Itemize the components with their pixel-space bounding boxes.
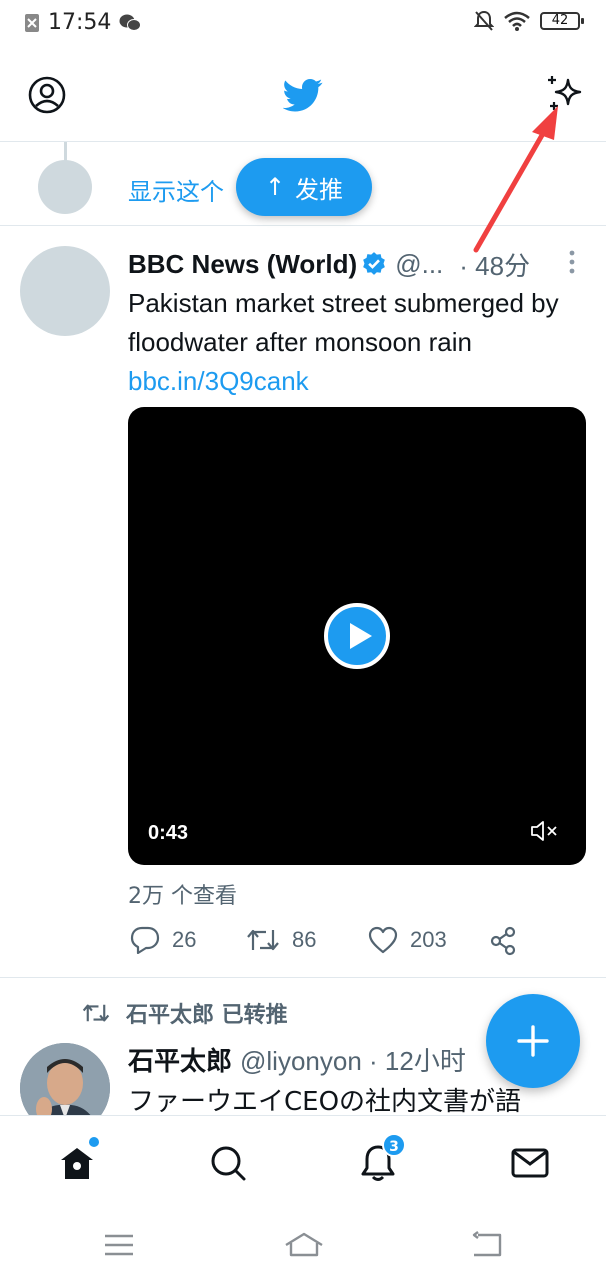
person-photo [20,1043,110,1115]
retweet-header: 石平太郎 @liyonyon · 12小时 [128,1041,466,1078]
play-icon [350,623,372,649]
wifi-icon [504,11,530,31]
tweet-actions: 26 86 203 [128,926,598,960]
menu-icon[interactable] [102,1231,136,1259]
plus-icon [517,1025,549,1057]
reply-action[interactable]: 26 [130,926,196,954]
arrow-up-icon: ↑ [264,173,286,201]
tweet-link[interactable]: bbc.in/3Q9cank [128,362,578,401]
back-icon[interactable] [470,1231,504,1259]
retweet-author-handle: @liyonyon · 12小时 [240,1046,466,1076]
retweet-text: ファーウエイCEOの社内文書が語 [128,1087,522,1115]
like-action[interactable]: 203 [368,926,447,954]
new-tweets-pill-button[interactable]: ↑ 发推 [236,158,372,216]
heart-icon [368,926,398,954]
like-count: 203 [410,927,447,952]
status-bar: 17:54 42 [0,0,606,48]
mute-icon[interactable] [530,819,560,843]
tweet-text: Pakistan market street submerged by floo… [128,288,559,357]
nav-search[interactable] [208,1143,248,1183]
reply-count: 26 [172,927,197,952]
thread-avatar-placeholder [38,160,92,214]
play-button[interactable] [324,603,390,669]
bottom-navigation: 3 [0,1115,606,1209]
twitter-bird-icon[interactable] [283,75,323,115]
reply-icon [130,926,160,954]
author-name[interactable]: BBC News (World) [128,249,357,280]
notification-x-icon [25,13,39,32]
verified-badge-icon [363,252,386,275]
share-icon[interactable] [488,926,518,956]
tweet-time: · 48分 [459,250,531,281]
thread-connector-line [64,142,67,162]
mail-icon [511,1148,549,1178]
tweet-body: Pakistan market street submerged by floo… [128,284,578,401]
home-icon [61,1148,93,1179]
author-handle: @... [395,248,444,279]
app-header [0,48,606,142]
retweet-author-avatar[interactable] [20,1043,110,1115]
compose-tweet-button[interactable] [486,994,580,1088]
profile-icon[interactable] [28,76,66,114]
new-tweets-label: 发推 [295,175,344,204]
search-icon [211,1146,246,1181]
notification-badge: 3 [382,1133,406,1157]
battery-indicator: 42 [540,12,584,30]
home-new-dot [89,1137,99,1147]
show-thread-link[interactable]: 显示这个 [128,172,224,207]
retweet-context: 石平太郎 已转推 [82,997,288,1029]
retweet-icon [247,929,279,951]
nav-notifications[interactable]: 3 [358,1133,406,1183]
view-count: 2万 个查看 [128,884,237,909]
system-navigation-bar [0,1209,606,1280]
tweet[interactable]: BBC News (World) @... · 48分 Pakistan mar… [0,226,606,978]
nav-home[interactable] [57,1137,99,1183]
wechat-icon [119,14,142,31]
retweet-small-icon [82,1004,110,1022]
tweet-header: BBC News (World) @... · 48分 [128,246,598,282]
more-options-icon[interactable] [560,248,584,278]
video-player[interactable]: 0:43 [128,407,586,865]
nav-messages[interactable] [510,1143,550,1183]
silent-bell-icon [474,10,494,31]
video-duration: 0:43 [148,822,189,844]
retweet-author-name[interactable]: 石平太郎 [128,1041,232,1078]
home-system-icon[interactable] [284,1231,324,1259]
sparkle-icon[interactable] [544,74,584,114]
retweet-action[interactable]: 86 [246,926,316,954]
status-time: 17:54 [48,10,112,35]
author-avatar[interactable] [20,246,110,336]
retweet-count: 86 [292,927,317,952]
retweeted-by-label: 石平太郎 已转推 [126,1003,288,1028]
